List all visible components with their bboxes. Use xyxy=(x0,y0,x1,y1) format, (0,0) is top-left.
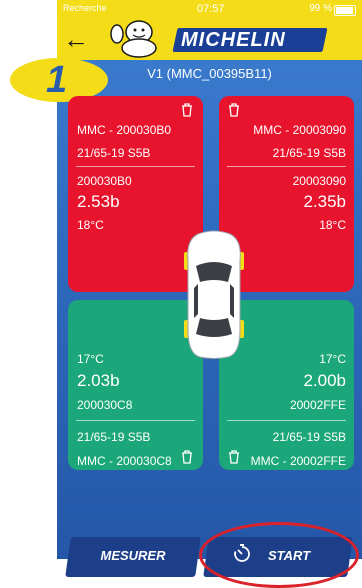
sensor-name: MMC - 20002FFE xyxy=(250,454,346,468)
sensor-id: 200030B0 xyxy=(77,174,132,188)
carrier-label: Recherche xyxy=(63,3,107,13)
sensor-name: MMC - 200030B0 xyxy=(77,123,172,137)
annotation-circle xyxy=(199,522,359,588)
divider xyxy=(227,420,346,421)
temperature-value: 18°C xyxy=(77,218,104,232)
tire-size: 21/65-19 S5B xyxy=(272,430,346,444)
pressure-value: 2.53b xyxy=(77,192,120,211)
tire-size: 21/65-19 S5B xyxy=(272,146,346,160)
sensor-name: MMC - 20003090 xyxy=(253,123,346,137)
trash-icon[interactable] xyxy=(228,103,240,117)
michelin-man-logo xyxy=(110,20,157,58)
temperature-value: 17°C xyxy=(77,352,104,366)
clock: 07:57 xyxy=(197,3,225,15)
tire-size: 21/65-19 S5B xyxy=(77,430,151,444)
sensor-name: MMC - 200030C8 xyxy=(77,454,172,468)
divider xyxy=(76,166,195,167)
back-arrow-icon[interactable]: ← xyxy=(63,26,89,52)
pressure-value: 2.03b xyxy=(77,371,120,390)
status-bar: Recherche 07:57 99 % xyxy=(57,0,362,20)
temperature-value: 18°C xyxy=(319,218,346,232)
pressure-value: 2.35b xyxy=(303,192,346,211)
trash-icon[interactable] xyxy=(228,450,240,464)
tire-size: 21/65-19 S5B xyxy=(77,146,151,160)
vehicle-title: V1 (MMC_00395B11) xyxy=(147,66,272,81)
trash-icon[interactable] xyxy=(181,450,193,464)
divider xyxy=(227,166,346,167)
sensor-id: 20002FFE xyxy=(289,398,346,412)
battery-icon xyxy=(334,5,356,16)
measure-button[interactable]: MESURER xyxy=(68,548,198,563)
battery-percent: 99 % xyxy=(309,3,332,14)
car-top-view-icon xyxy=(184,230,244,359)
divider xyxy=(76,420,195,421)
pressure-value: 2.00b xyxy=(303,371,346,390)
sensor-id: 20003090 xyxy=(292,174,346,188)
sensor-id: 200030C8 xyxy=(77,398,133,412)
brand-name: MICHELIN xyxy=(181,29,286,51)
trash-icon[interactable] xyxy=(181,103,193,117)
temperature-value: 17°C xyxy=(319,352,346,366)
